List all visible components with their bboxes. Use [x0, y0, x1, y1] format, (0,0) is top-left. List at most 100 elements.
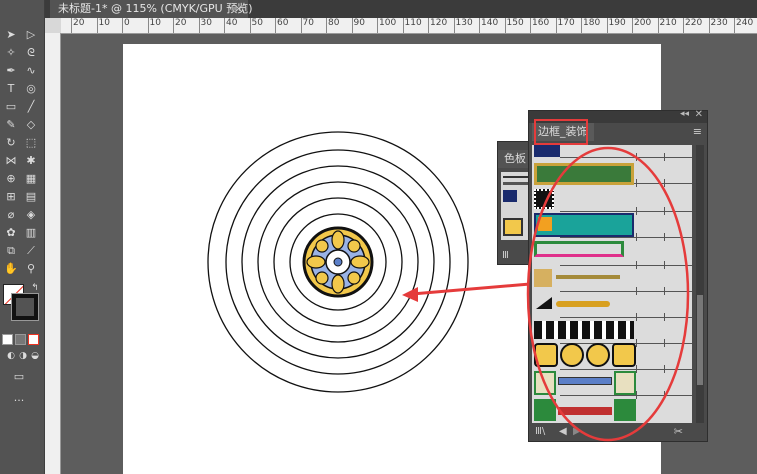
ruler-tick-label: 200 [631, 18, 652, 33]
tools-panel: ➤ ▷ ✧ ᘓ ✒ ∿ T ◎ ▭ ╱ ✎ ◇ ↻ ⬚ ⋈ ✱ ⊕ ▦ ⊞ ▤ … [0, 0, 45, 474]
column-graph-tool-icon[interactable]: ▥ [22, 224, 40, 241]
vertical-ruler[interactable] [45, 33, 61, 474]
rotate-tool-icon[interactable]: ↻ [2, 134, 20, 151]
paintbrush-tool-icon[interactable]: ╱ [22, 98, 40, 115]
width-tool-icon[interactable]: ⋈ [2, 152, 20, 169]
pattern-swatch[interactable] [534, 189, 554, 209]
gradient-mode-icon[interactable] [15, 334, 26, 345]
spiral-tool-icon[interactable]: ◎ [22, 80, 40, 97]
pattern-swatch[interactable] [534, 371, 556, 395]
pattern-swatch[interactable] [556, 275, 620, 279]
type-tool-icon[interactable]: T [2, 80, 20, 97]
slice-tool-icon[interactable]: ⟋ [22, 242, 40, 259]
ruler-tick-label: 70 [300, 18, 314, 33]
pattern-swatch[interactable] [558, 407, 612, 415]
pattern-swatch[interactable] [586, 343, 610, 367]
artboard-tool-icon[interactable]: ⧉ [2, 242, 20, 259]
prev-icon[interactable]: ◀ [559, 426, 567, 437]
zoom-tool-icon[interactable]: ⚲ [22, 260, 40, 277]
ruler-tick-label: 190 [606, 18, 626, 33]
pattern-swatch[interactable] [536, 297, 552, 309]
blend-tool-icon[interactable]: ◈ [22, 206, 40, 223]
pattern-swatch[interactable] [538, 217, 552, 231]
screen-mode-icon[interactable]: ▭ [10, 368, 28, 385]
tab-highlight-box [534, 119, 588, 145]
library-menu-icon[interactable]: Ⅲ\ [535, 426, 545, 437]
pattern-swatch[interactable] [560, 343, 584, 367]
ruler-tick-label: 160 [529, 18, 550, 33]
selection-tool-icon[interactable]: ➤ [2, 26, 20, 43]
pen-tool-icon[interactable]: ✒ [2, 62, 20, 79]
close-icon[interactable]: × [234, 0, 243, 18]
pattern-swatch[interactable] [534, 241, 624, 257]
horizontal-ruler[interactable]: 20 10 0 10 20 30 40 50 60 70 80 90 100 110 120 130 140 15… [61, 18, 757, 34]
pattern-swatch[interactable] [614, 399, 636, 421]
pattern-swatch[interactable] [556, 301, 610, 307]
ruler-tick-label: 240 [733, 18, 754, 33]
ruler-tick-label: 90 [351, 18, 365, 33]
library-menu-icon[interactable]: Ⅲ [502, 250, 509, 261]
ruler-tick-label: 110 [402, 18, 422, 33]
more-tools-icon[interactable]: ··· [10, 392, 28, 409]
border-decoration-library-panel: ◂◂ ✕ 边框_装饰 ≡ Ⅲ\ ◀ ▶ ✂ [528, 109, 708, 442]
pattern-swatch[interactable] [534, 163, 634, 185]
lasso-tool-icon[interactable]: ᘓ [22, 44, 40, 61]
puppet-warp-tool-icon[interactable]: ✱ [22, 152, 40, 169]
ruler-tick-label: 120 [427, 18, 448, 33]
mesh-tool-icon[interactable]: ⊞ [2, 188, 20, 205]
document-tab-title: 未标题-1* @ 115% (CMYK/GPU 预览) [58, 2, 253, 15]
ruler-tick-label: 20 [172, 18, 187, 33]
shaper-tool-icon[interactable]: ✎ [2, 116, 20, 133]
ruler-tick-label: 140 [478, 18, 499, 33]
swatches-tab[interactable]: 色板 [498, 150, 532, 168]
panel-scrollbar[interactable] [696, 145, 704, 423]
document-tab[interactable]: 未标题-1* @ 115% (CMYK/GPU 预览) × [50, 0, 253, 18]
stroke-color-icon[interactable] [12, 294, 38, 320]
ruler-tick-label: 50 [249, 18, 263, 33]
gradient-tool-icon[interactable]: ▤ [22, 188, 40, 205]
next-icon[interactable]: ▶ [573, 426, 581, 437]
color-mode-icon[interactable] [2, 334, 13, 345]
ruler-tick-label: 30 [198, 18, 212, 33]
pattern-swatch[interactable] [612, 343, 636, 367]
ruler-tick-label: 150 [504, 18, 524, 33]
eraser-tool-icon[interactable]: ◇ [22, 116, 40, 133]
direct-selection-tool-icon[interactable]: ▷ [22, 26, 40, 43]
pattern-swatch[interactable] [534, 269, 552, 287]
settings-icon[interactable]: ✂ [674, 425, 683, 438]
pattern-swatch[interactable] [534, 343, 558, 367]
pattern-swatch[interactable] [534, 321, 634, 339]
scrollbar-thumb[interactable] [697, 295, 703, 385]
ruler-tick-label: 10 [147, 18, 161, 33]
eyedropper-tool-icon[interactable]: ⌀ [2, 206, 20, 223]
ruler-tick-label: 210 [657, 18, 677, 33]
rectangle-tool-icon[interactable]: ▭ [2, 98, 20, 115]
hand-tool-icon[interactable]: ✋ [2, 260, 20, 277]
pattern-swatch[interactable] [534, 399, 556, 421]
ruler-tick-label: 80 [325, 18, 340, 33]
border-swatch-list [532, 145, 692, 423]
none-mode-icon[interactable] [28, 334, 39, 345]
draw-inside-icon[interactable]: ◒ [26, 348, 44, 365]
ruler-tick-label: 60 [274, 18, 289, 33]
ruler-tick-label: 10 [96, 18, 110, 33]
scale-tool-icon[interactable]: ⬚ [22, 134, 40, 151]
pattern-swatch[interactable] [558, 377, 612, 385]
menu-icon[interactable]: ≡ [693, 125, 702, 138]
panel-footer: Ⅲ\ ◀ ▶ ✂ [529, 425, 707, 441]
curvature-tool-icon[interactable]: ∿ [22, 62, 40, 79]
perspective-grid-tool-icon[interactable]: ▦ [22, 170, 40, 187]
double-arrow-icon[interactable]: ◂◂ [680, 109, 689, 119]
close-icon[interactable]: ✕ [695, 109, 703, 120]
swap-fill-stroke-icon[interactable]: ↰ [26, 280, 44, 297]
ruler-corner[interactable] [45, 18, 61, 33]
shape-builder-tool-icon[interactable]: ⊕ [2, 170, 20, 187]
ruler-tick-label: 220 [682, 18, 703, 33]
ruler-tick-label: 180 [580, 18, 601, 33]
magic-wand-tool-icon[interactable]: ✧ [2, 44, 20, 61]
ruler-tick-label: 230 [708, 18, 728, 33]
pattern-swatch[interactable] [614, 371, 636, 395]
pattern-swatch[interactable] [534, 145, 560, 157]
ruler-tick-label: 170 [555, 18, 575, 33]
symbol-sprayer-tool-icon[interactable]: ✿ [2, 224, 20, 241]
